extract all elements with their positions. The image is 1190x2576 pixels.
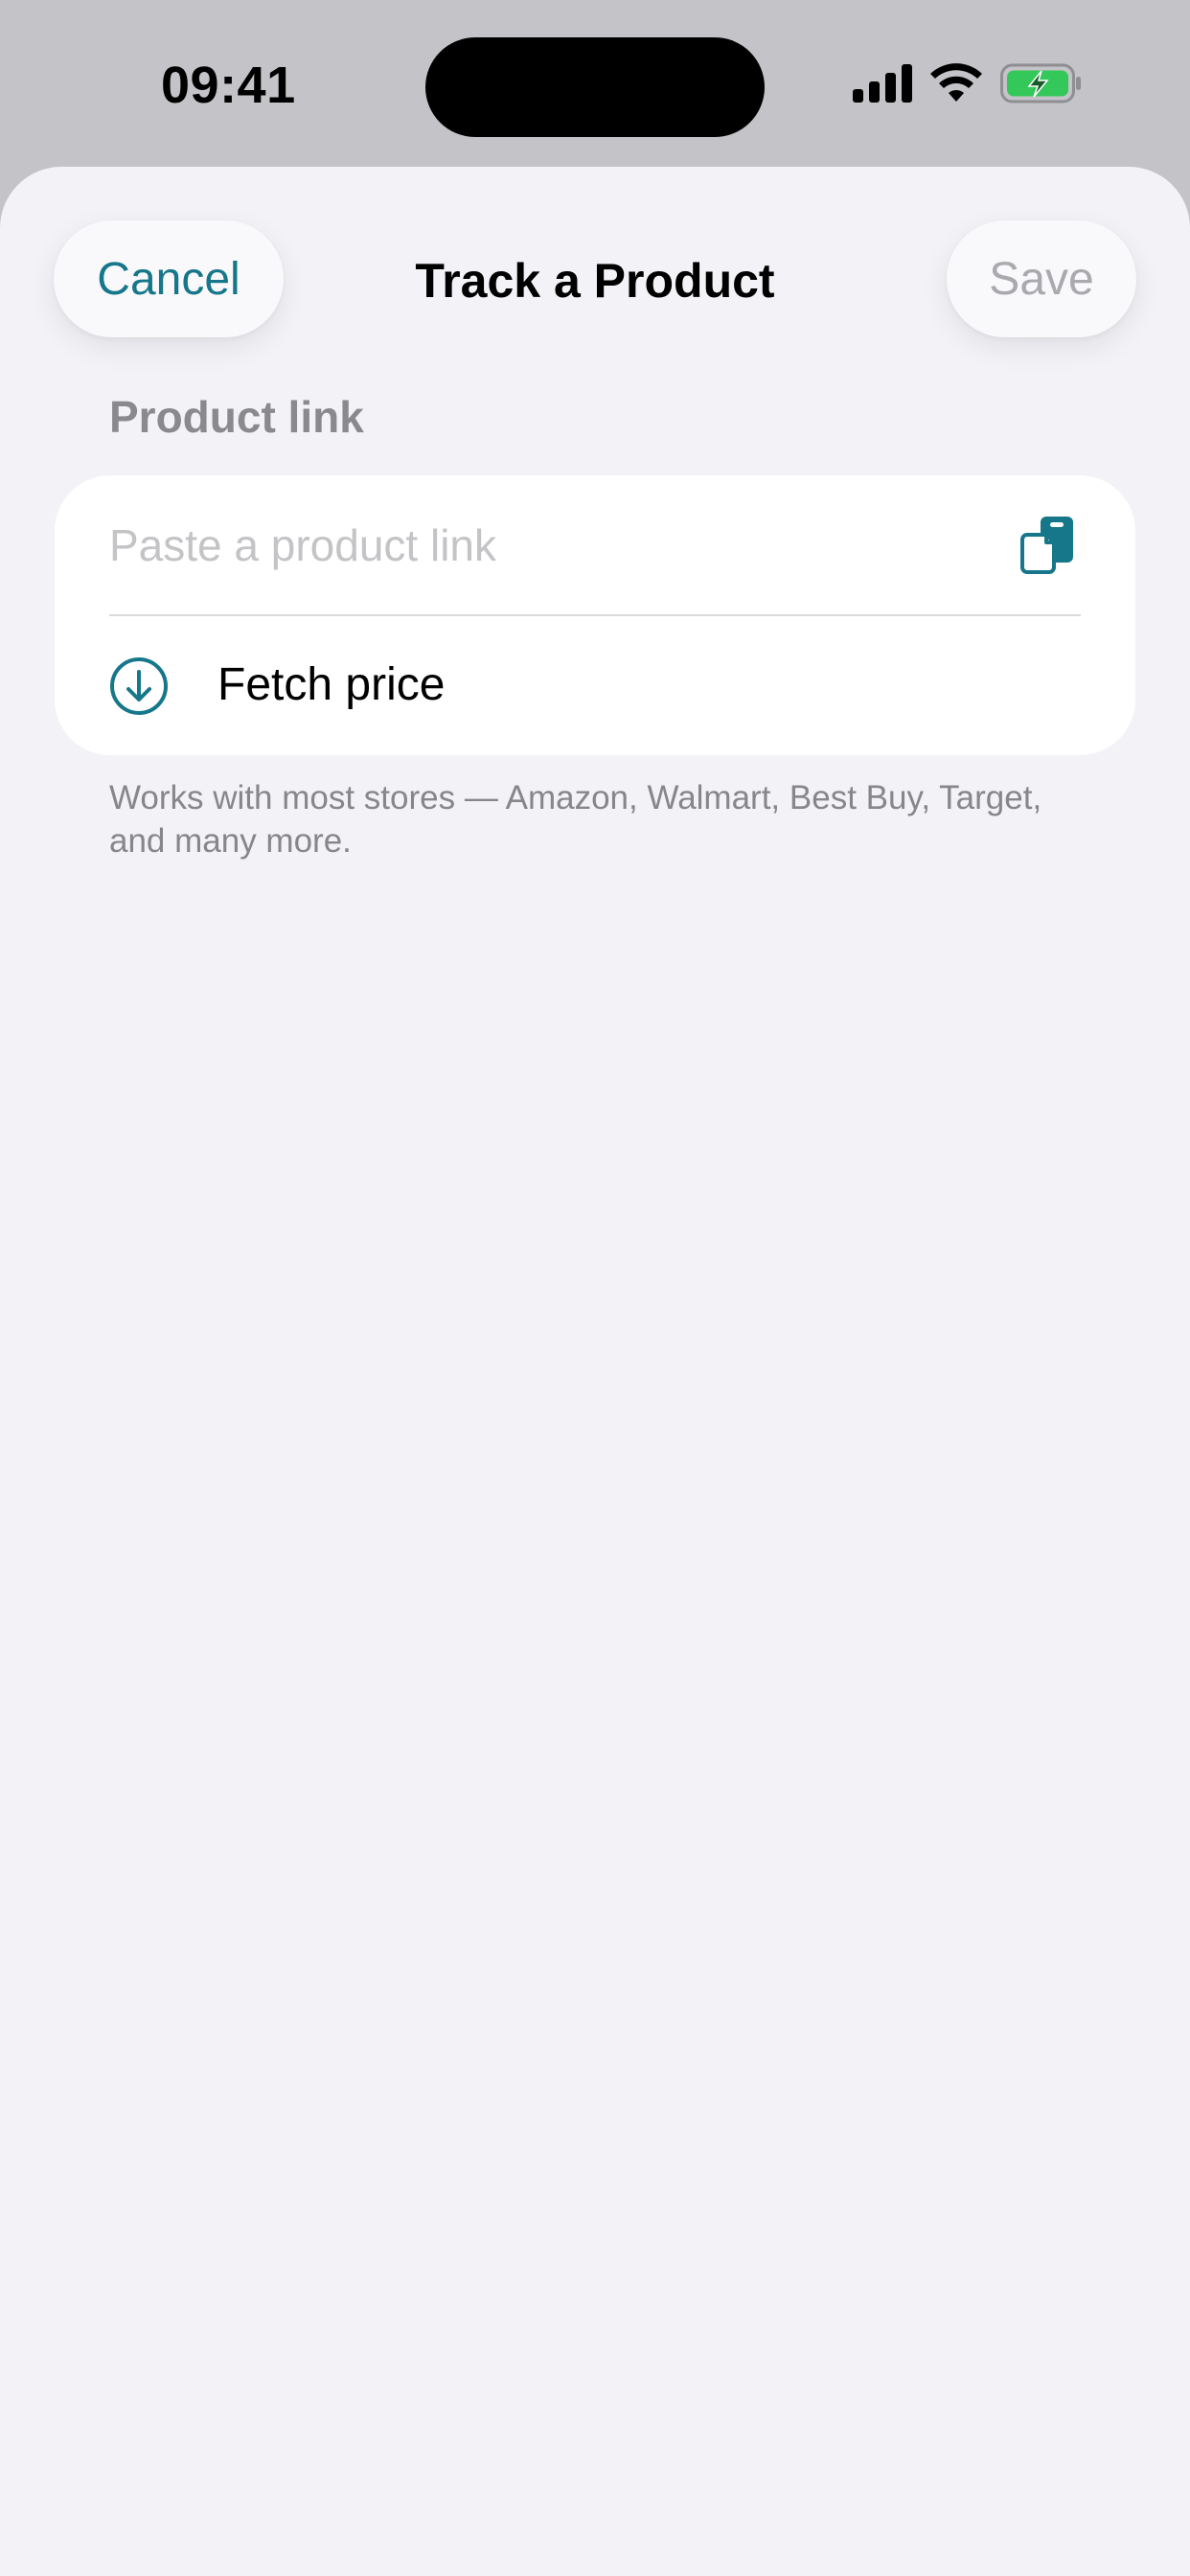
- status-time: 09:41: [161, 57, 296, 114]
- paste-from-clipboard-icon[interactable]: [1018, 514, 1078, 575]
- arrow-down-circle-icon: [109, 656, 169, 716]
- supported-stores-footnote: Works with most stores — Amazon, Walmart…: [109, 779, 1042, 860]
- fetch-price-button[interactable]: Fetch price: [55, 615, 1135, 755]
- product-link-card: Fetch price: [55, 475, 1135, 755]
- cellular-signal-icon: [853, 63, 912, 107]
- status-icons: [853, 62, 1083, 108]
- section-label-product-link: Product link: [109, 392, 364, 442]
- track-product-sheet: Cancel Track a Product Save Product link: [0, 167, 1190, 2576]
- product-link-row: [55, 475, 1135, 615]
- fetch-price-label: Fetch price: [217, 659, 446, 710]
- battery-charging-icon: [1000, 63, 1083, 108]
- wifi-icon: [929, 62, 983, 108]
- dynamic-island: [425, 37, 765, 137]
- save-button[interactable]: Save: [947, 220, 1136, 337]
- product-link-input[interactable]: [109, 514, 972, 577]
- status-bar: 09:41: [0, 0, 1190, 168]
